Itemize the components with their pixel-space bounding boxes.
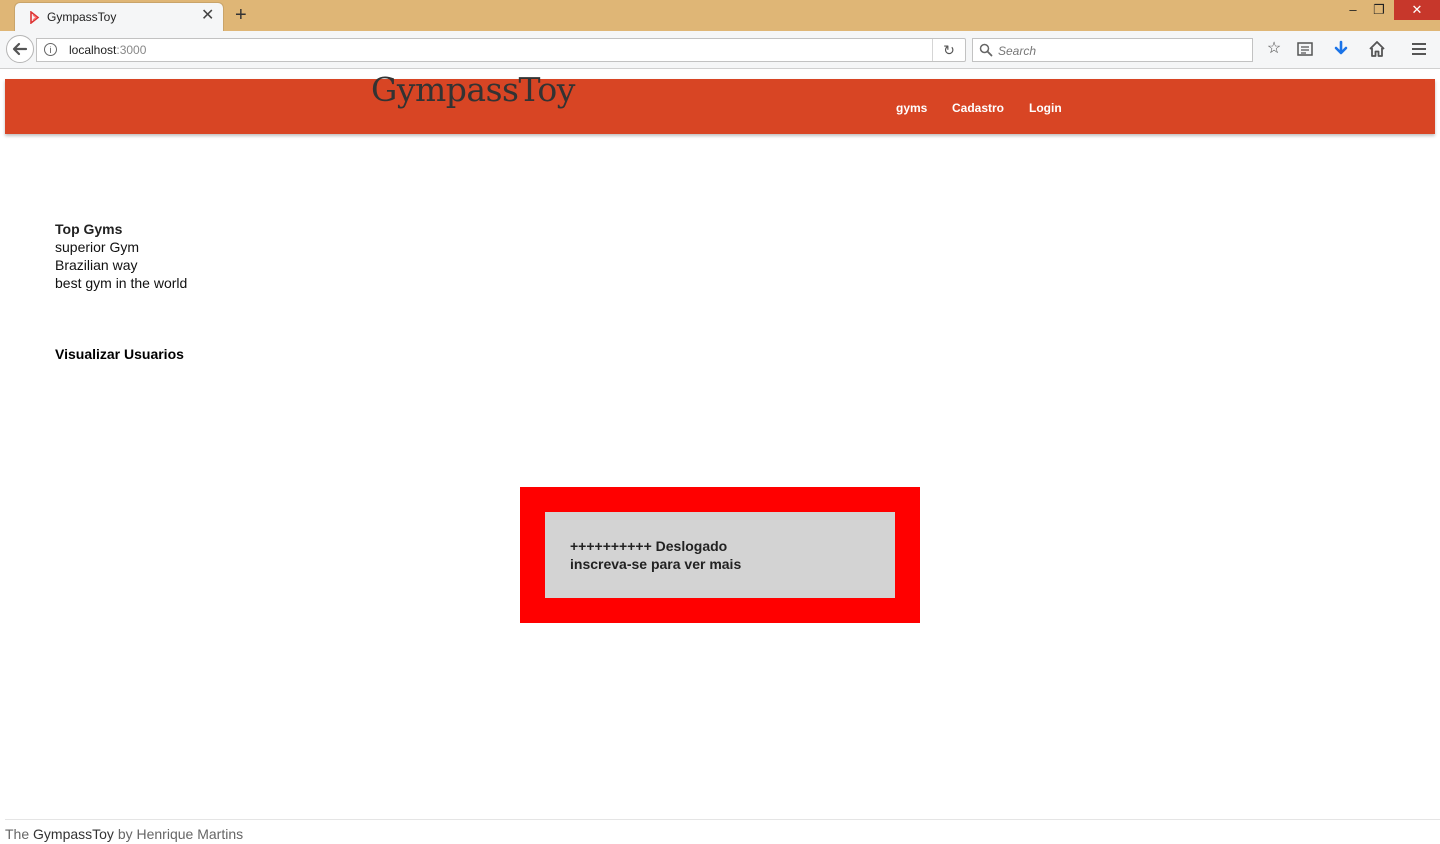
search-icon [979, 43, 993, 57]
browser-titlebar: GympassToy ✕ + – ❐ ✕ [0, 0, 1440, 32]
bookmark-star-icon[interactable]: ☆ [1264, 39, 1284, 59]
footer-prefix: The [5, 826, 30, 842]
alert-content: ++++++++++ Deslogado inscreva-se para ve… [545, 512, 895, 598]
window-close-button[interactable]: ✕ [1394, 0, 1440, 20]
search-input[interactable]: Search [972, 38, 1253, 62]
footer-divider [5, 819, 1440, 820]
info-icon[interactable]: i [44, 43, 57, 56]
nav-link-cadastro[interactable]: Cadastro [952, 101, 1004, 115]
favicon-icon [30, 11, 40, 24]
new-tab-button[interactable]: + [235, 4, 247, 26]
site-footer: The GympassToy by Henrique Martins [5, 826, 243, 842]
back-button[interactable] [6, 35, 34, 63]
home-icon[interactable] [1367, 39, 1387, 59]
view-users-link[interactable]: Visualizar Usuarios [55, 346, 184, 362]
url-port: :3000 [116, 43, 147, 57]
reading-list-icon[interactable] [1295, 39, 1315, 59]
nav-link-gyms[interactable]: gyms [896, 101, 927, 115]
tab-title: GympassToy [47, 10, 117, 24]
site-brand[interactable]: GympassToy [371, 70, 575, 109]
gym-list-item: Brazilian way [55, 257, 138, 273]
reload-icon[interactable]: ↻ [932, 39, 965, 61]
gym-list-item: superior Gym [55, 239, 140, 255]
footer-brand: GympassToy [33, 826, 114, 842]
gym-list-item: best gym in the world [55, 275, 188, 291]
url-text: localhost:3000 [69, 43, 146, 57]
close-tab-icon[interactable]: ✕ [201, 6, 214, 26]
back-arrow-icon [12, 42, 28, 56]
url-bar[interactable]: i localhost:3000 ↻ [36, 38, 966, 62]
site-header: GympassToy gyms Cadastro Login [5, 70, 1435, 134]
top-gyms-heading: Top Gyms [55, 221, 123, 237]
browser-navbar: i localhost:3000 ↻ Search ☆ [0, 31, 1440, 69]
footer-author: by Henrique Martins [117, 826, 244, 842]
downloads-icon[interactable] [1331, 39, 1351, 59]
logged-out-alert: ++++++++++ Deslogado inscreva-se para ve… [520, 487, 920, 623]
top-gyms-section: Top Gyms superior Gym Brazilian way best… [55, 220, 187, 292]
restore-button[interactable]: ❐ [1362, 0, 1396, 20]
alert-signup-text: inscreva-se para ver mais [570, 556, 742, 572]
menu-icon[interactable] [1409, 39, 1429, 59]
url-host: localhost [69, 43, 117, 57]
search-placeholder: Search [998, 44, 1037, 58]
alert-status-text: ++++++++++ Deslogado [570, 538, 728, 554]
browser-tab[interactable]: GympassToy ✕ [14, 2, 224, 32]
nav-link-login[interactable]: Login [1029, 101, 1062, 115]
